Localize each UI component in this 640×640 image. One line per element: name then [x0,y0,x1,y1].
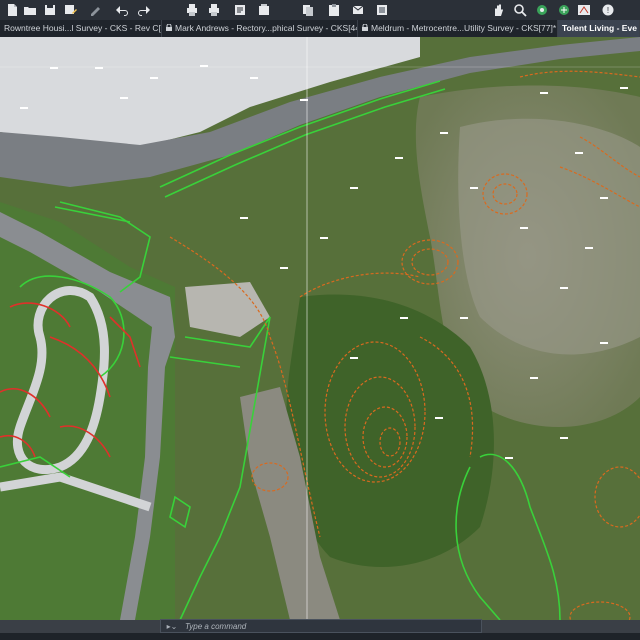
help-icon[interactable] [576,2,592,18]
status-bar [0,633,640,640]
quick-access-toolbar: ! [0,0,640,20]
pan-hand-icon[interactable] [490,2,506,18]
paste-icon[interactable] [326,2,342,18]
tab-mark-andrews[interactable]: Mark Andrews - Rectory...phical Survey -… [162,20,358,37]
tab-tolent-living[interactable]: Tolent Living - Eve Lan [558,20,640,37]
drawing-viewport[interactable] [0,37,640,620]
open-folder-icon[interactable] [22,2,38,18]
command-prompt-icon[interactable]: ▸⌄ [161,620,183,632]
plot-icon[interactable] [206,2,222,18]
tab-label: Tolent Living - Eve Lan [562,23,639,33]
tab-label: Mark Andrews - Rectory...phical Survey -… [175,23,358,33]
tab-rowntree[interactable]: Rowntree Housi...l Survey - CKS - Rev C[… [0,20,162,37]
survey-drawing [0,37,640,620]
tab-label: Rowntree Housi...l Survey - CKS - Rev C[… [4,23,162,33]
tab-meldrum[interactable]: Meldrum - Metrocentre...Utility Survey -… [358,20,558,37]
command-input[interactable] [183,620,481,632]
info-icon[interactable]: ! [600,2,616,18]
svg-text:!: ! [607,6,609,15]
block-icon[interactable] [374,2,390,18]
lock-icon [362,20,368,37]
navigate-icon[interactable] [556,2,572,18]
match-properties-icon[interactable] [350,2,366,18]
undo-icon[interactable] [114,2,130,18]
print-icon[interactable] [184,2,200,18]
save-icon[interactable] [42,2,58,18]
edit-icon[interactable] [88,2,104,18]
layer-icon[interactable] [256,2,272,18]
cad-application-window: ! Rowntree Housi...l Survey - CKS - Rev … [0,0,640,640]
copy-icon[interactable] [300,2,316,18]
orbit-icon[interactable] [534,2,550,18]
save-as-icon[interactable] [62,2,78,18]
new-drawing-icon[interactable] [4,2,20,18]
lock-icon [166,20,172,37]
command-line: ▸⌄ [160,619,482,633]
redo-icon[interactable] [136,2,152,18]
tab-label: Meldrum - Metrocentre...Utility Survey -… [371,23,557,33]
publish-icon[interactable] [232,2,248,18]
zoom-icon[interactable] [512,2,528,18]
file-tab-bar: Rowntree Housi...l Survey - CKS - Rev C[… [0,20,640,37]
